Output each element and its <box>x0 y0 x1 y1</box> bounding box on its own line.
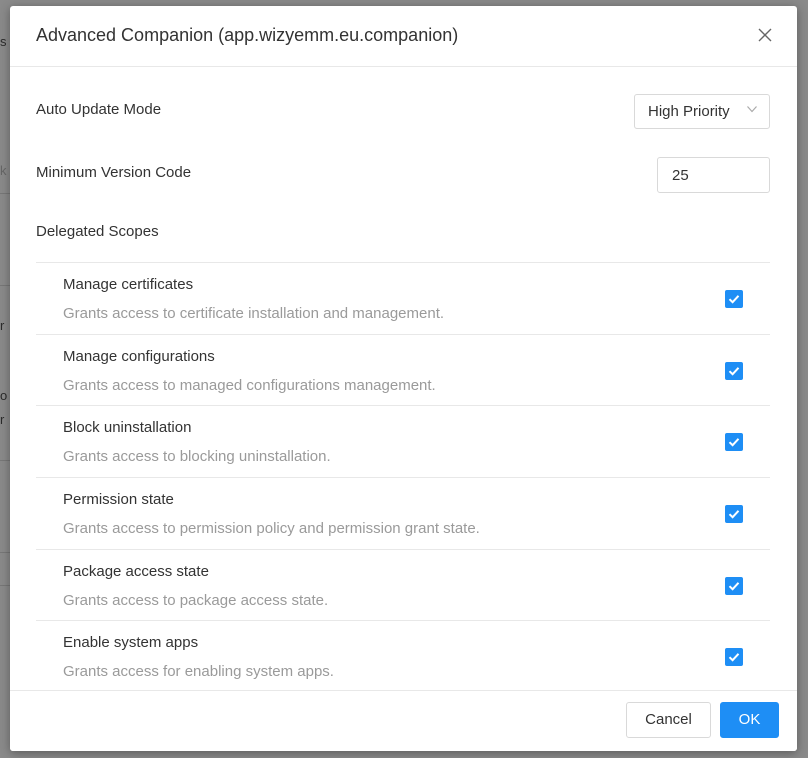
check-icon <box>728 295 740 304</box>
check-icon <box>728 653 740 663</box>
check-icon <box>728 366 740 376</box>
background-text: k <box>0 163 7 178</box>
delegated-scopes-list: Manage certificates Grants access to cer… <box>36 262 770 693</box>
scope-item-manage-certificates: Manage certificates Grants access to cer… <box>36 263 770 335</box>
scope-description: Grants access for enabling system apps. <box>63 663 334 681</box>
scope-checkbox[interactable] <box>725 290 743 308</box>
check-icon <box>728 581 740 591</box>
dialog-header: Advanced Companion (app.wizyemm.eu.compa… <box>10 6 797 67</box>
background-text: o <box>0 388 8 403</box>
background-text: r <box>0 412 5 427</box>
check-icon <box>728 510 740 519</box>
chevron-down-icon <box>747 106 757 113</box>
scope-item-package-access-state: Package access state Grants access to pa… <box>36 550 770 622</box>
minimum-version-code-label: Minimum Version Code <box>36 164 192 181</box>
scope-name: Package access state <box>63 562 209 580</box>
scope-checkbox[interactable] <box>725 648 743 667</box>
ok-button[interactable]: OK <box>720 702 779 738</box>
delegated-scopes-label: Delegated Scopes <box>36 223 159 240</box>
scope-item-block-uninstallation: Block uninstallation Grants access to bl… <box>36 406 770 479</box>
check-icon <box>728 438 740 448</box>
scope-checkbox[interactable] <box>725 505 743 524</box>
scope-checkbox[interactable] <box>725 576 743 595</box>
scope-description: Grants access to package access state. <box>63 591 329 609</box>
scope-checkbox[interactable] <box>725 361 743 380</box>
scope-name: Permission state <box>63 491 174 509</box>
auto-update-mode-select[interactable]: High Priority <box>634 94 770 129</box>
scope-name: Manage certificates <box>63 276 194 293</box>
scope-name: Enable system apps <box>63 634 199 652</box>
scope-description: Grants access to blocking uninstallation… <box>63 448 331 466</box>
auto-update-mode-label: Auto Update Mode <box>36 101 162 118</box>
scope-item-permission-state: Permission state Grants access to permis… <box>36 478 770 550</box>
scope-name: Block uninstallation <box>63 419 192 437</box>
background-text: r <box>0 318 5 333</box>
scope-name: Manage configurations <box>63 347 215 365</box>
scope-item-manage-configurations: Manage configurations Grants access to m… <box>36 335 770 407</box>
advanced-settings-dialog: Advanced Companion (app.wizyemm.eu.compa… <box>10 6 797 751</box>
auto-update-mode-value: High Priority <box>648 103 730 120</box>
dialog-footer: Cancel OK <box>10 690 797 751</box>
minimum-version-code-input[interactable]: 25 <box>657 157 770 193</box>
close-button[interactable] <box>755 24 775 46</box>
scope-description: Grants access to certificate installatio… <box>63 305 445 322</box>
background-text: s <box>0 34 7 49</box>
close-icon <box>758 28 772 42</box>
scope-checkbox[interactable] <box>725 433 743 452</box>
scope-item-enable-system-apps: Enable system apps Grants access for ena… <box>36 621 770 693</box>
cancel-button[interactable]: Cancel <box>626 702 711 738</box>
scope-description: Grants access to permission policy and p… <box>63 520 480 538</box>
scope-description: Grants access to managed configurations … <box>63 376 436 394</box>
dialog-title: Advanced Companion (app.wizyemm.eu.compa… <box>36 25 459 45</box>
